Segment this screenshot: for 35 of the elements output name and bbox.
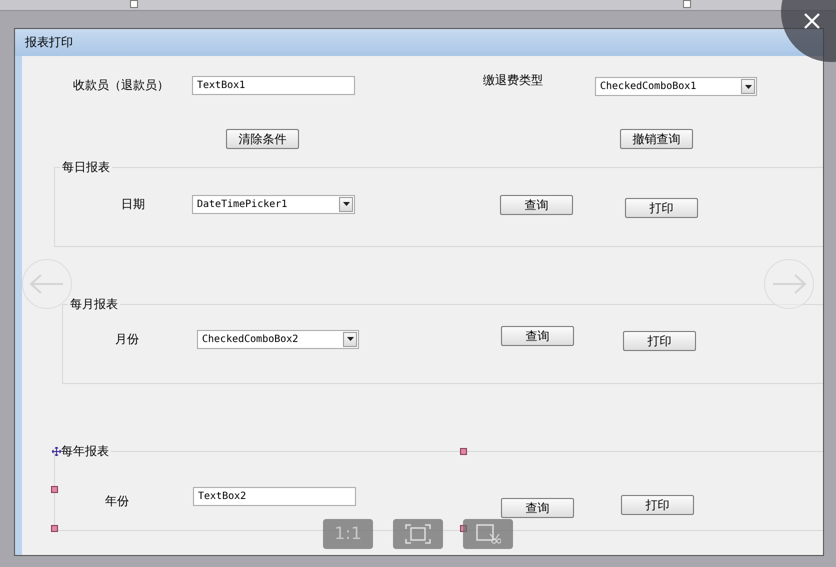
move-icon[interactable] [52,447,61,456]
dropdown-field[interactable]: DateTimePicker1 [192,194,355,214]
screenshot-button[interactable] [463,519,513,549]
left-arrow-icon [29,274,65,294]
window-title: 报表打印 [25,34,73,51]
fit-to-window-button[interactable] [393,519,443,549]
print-button[interactable]: 打印 [623,331,696,351]
scissors-icon [475,523,501,545]
selection-handle[interactable] [51,486,58,493]
field-label: 年份 [105,492,130,510]
cancel-query-button[interactable]: 撤销查询 [620,129,693,149]
query-button[interactable]: 查询 [500,195,573,215]
print-button[interactable]: 打印 [621,495,694,515]
print-button[interactable]: 打印 [625,198,698,218]
clear-button[interactable]: 清除条件 [226,129,299,149]
query-button[interactable]: 查询 [501,498,574,518]
selection-handle[interactable] [51,525,58,532]
group-title: 每年报表 [61,443,109,460]
resize-handle[interactable] [130,0,138,8]
field-label: 收款员（退款员） [73,77,170,94]
group-title: 每月报表 [70,296,118,313]
text-field[interactable]: TextBox1 [192,76,355,95]
resize-handle[interactable] [683,0,691,8]
query-button[interactable]: 查询 [501,326,574,346]
group-title: 每日报表 [62,159,110,176]
right-arrow-icon [771,274,807,294]
field-label: 缴退费类型 [483,72,544,89]
field-label: 日期 [121,196,146,212]
dropdown-field[interactable]: CheckedComboBox2 [197,330,359,348]
fit-screen-icon [405,524,431,544]
selection-handle[interactable] [460,448,467,455]
text-field[interactable]: TextBox2 [193,486,356,506]
field-label: 月份 [115,330,140,348]
close-icon [803,12,821,30]
dropdown-field[interactable]: CheckedComboBox1 [595,77,757,96]
